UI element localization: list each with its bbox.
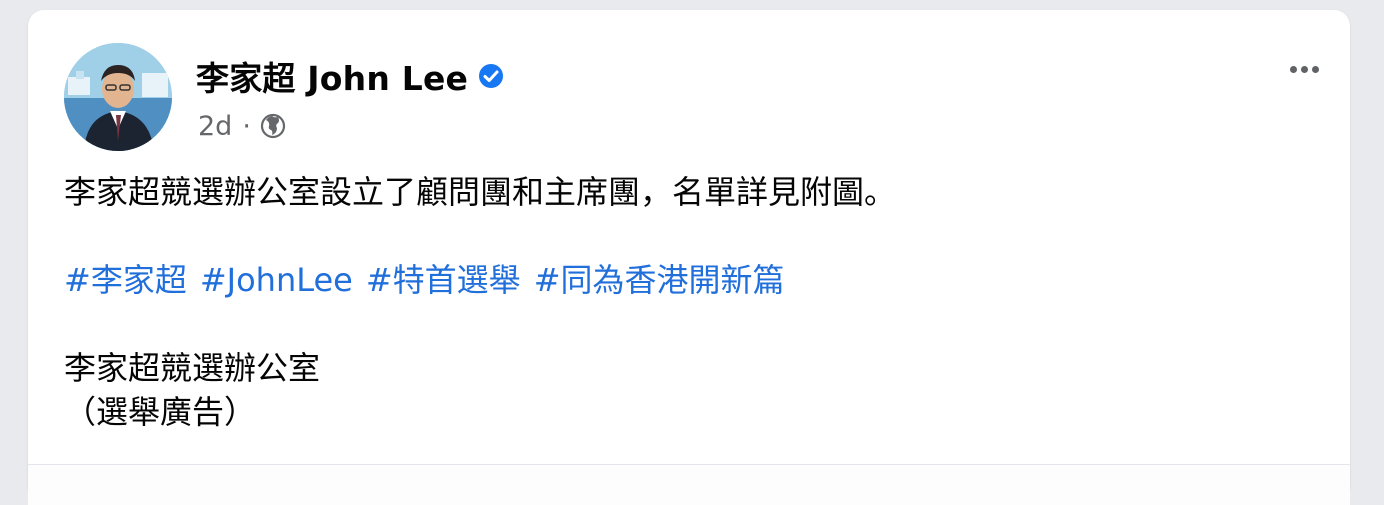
post-timestamp[interactable]: 2d [198,111,232,142]
attachment-image-area [28,465,1350,505]
avatar-image [64,43,172,151]
hashtag-list: #李家超 #JohnLee #特首選舉 #同為香港開新篇 [64,258,1314,302]
post-text-line: 李家超競選辦公室 [64,349,321,387]
globe-icon[interactable] [260,113,286,139]
author-row: 李家超 John Lee [196,54,505,98]
post-text-line: 李家超競選辦公室設立了顧問團和主席團，名單詳見附圖。 [64,173,897,211]
ad-disclaimer: （選舉廣告） [64,393,257,431]
post-body: 李家超競選辦公室設立了顧問團和主席團，名單詳見附圖。 #李家超 #JohnLee… [64,170,1314,434]
verified-badge-icon [477,62,505,90]
author-name[interactable]: 李家超 John Lee [196,52,468,100]
hashtag-link[interactable]: #JohnLee [200,258,353,302]
meta-separator: · [242,110,251,142]
post-meta: 2d · [198,108,286,144]
hashtag-link[interactable]: #同為香港開新篇 [534,258,785,302]
hashtag-link[interactable]: #李家超 [64,258,187,302]
hashtag-link[interactable]: #特首選舉 [366,258,521,302]
post-card: 李家超 John Lee 2d · 李家超競選辦公室設立了顧問團和主席團，名單詳… [28,10,1350,505]
post-attachment-preview[interactable] [28,464,1350,505]
more-options-icon[interactable] [1282,54,1326,84]
author-avatar[interactable] [64,43,172,151]
